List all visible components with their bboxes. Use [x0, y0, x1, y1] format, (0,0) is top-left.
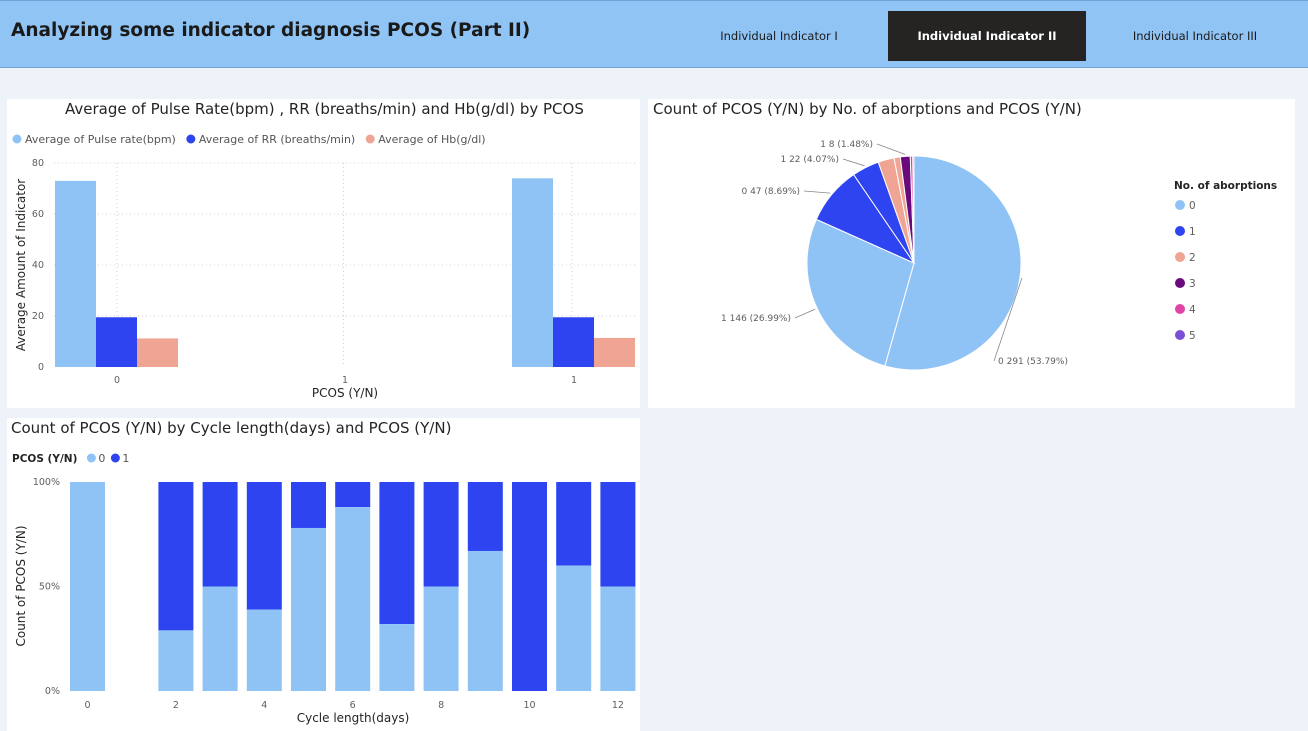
- stacked-legend-marker-1: [110, 453, 120, 463]
- stacked-bar-3-pcos-1: [202, 482, 238, 587]
- pie-leader-line-6: [876, 143, 906, 155]
- legend-label-1: Average of RR (breaths/min): [199, 133, 355, 146]
- legend-marker-2: [365, 134, 375, 144]
- nav-button-individual-indicator-1[interactable]: Individual Indicator I: [680, 11, 878, 61]
- pie-legend-marker-1: [1175, 226, 1185, 236]
- stacked-bar-6-pcos-0: [335, 507, 371, 691]
- pie-legend-marker-3: [1175, 278, 1185, 288]
- stacked-bar-7-pcos-1: [379, 482, 415, 625]
- stacked-bar-chart: PCOS (Y/N) 0 1 0% 50% 100% 0 2 4 6 8 10 12 Cycle leng…: [12, 452, 636, 725]
- pie-chart-card: Count of PCOS (Y/N) by No. of aborptions…: [648, 99, 1295, 408]
- x-tick-label-1: 1: [571, 375, 577, 386]
- stacked-bar-9-pcos-0: [467, 550, 503, 691]
- bar-1-series-1: [553, 317, 594, 367]
- stacked-bar-7-pcos-0: [379, 624, 415, 691]
- stacked-x-axis-title: Cycle length(days): [297, 711, 410, 725]
- bar-0-series-0: [55, 180, 96, 367]
- pie-legend-label-4: 4: [1189, 304, 1196, 316]
- stacked-bar-8-pcos-1: [423, 482, 459, 587]
- stacked-y-tick-label-1: 50%: [39, 582, 60, 593]
- stacked-bar-6-pcos-1: [335, 482, 371, 508]
- stacked-bar-12-pcos-1: [600, 482, 636, 587]
- stacked-legend-label-0: 0: [98, 452, 105, 465]
- x-axis-title: PCOS (Y/N): [312, 386, 378, 400]
- stacked-x-tick-label-0: 0: [84, 700, 90, 711]
- nav-button-individual-indicator-3[interactable]: Individual Indicator III: [1096, 11, 1294, 61]
- legend-marker-0: [12, 134, 22, 144]
- stacked-x-tick-label-2: 2: [173, 700, 179, 711]
- stacked-y-axis-title: Count of PCOS (Y/N): [14, 525, 28, 646]
- stacked-legend-title: PCOS (Y/N): [12, 453, 77, 465]
- stacked-bar-5-pcos-0: [291, 527, 326, 691]
- stacked-y-tick-label-2: 100%: [33, 477, 60, 488]
- stacked-bar-3-pcos-0: [202, 586, 238, 691]
- pie-data-label-6: 1 8 (1.48%): [820, 140, 873, 150]
- pie-data-label-2: 0 47 (8.69%): [741, 187, 800, 197]
- legend-label-0: Average of Pulse rate(bpm): [25, 133, 176, 146]
- bar-1-series-2: [594, 337, 635, 367]
- stacked-bar-0-pcos-0: [70, 482, 105, 691]
- pie-leader-line-1: [794, 308, 816, 319]
- stacked-chart-card: Count of PCOS (Y/N) by Cycle length(days…: [7, 418, 640, 731]
- pie-chart: 0 291 (53.79%) 1 146 (26.99%) 0 47 (8.69%)…: [721, 140, 1277, 371]
- bar-0-series-2: [137, 338, 178, 367]
- stacked-bar-2-pcos-0: [158, 630, 194, 691]
- stacked-bar-10-pcos-1: [512, 482, 547, 691]
- stacked-bar-4-pcos-0: [246, 609, 282, 691]
- x-tick-label-mid: 1: [342, 375, 348, 386]
- pie-legend-label-3: 3: [1189, 278, 1196, 290]
- y-tick-label-0: 0: [38, 362, 44, 373]
- legend-label-2: Average of Hb(g/dl): [378, 133, 485, 146]
- pie-legend-label-2: 2: [1189, 252, 1196, 264]
- stacked-bar-9-pcos-1: [467, 482, 503, 551]
- stacked-bar-4-pcos-1: [246, 482, 282, 610]
- stacked-bar-5-pcos-1: [291, 482, 326, 528]
- stacked-bar-11-pcos-1: [556, 482, 592, 566]
- pie-data-label-0: 0 291 (53.79%): [998, 357, 1068, 367]
- stacked-bar-11-pcos-0: [556, 565, 592, 691]
- stacked-x-tick-label-6: 6: [350, 700, 356, 711]
- y-tick-label-2: 40: [32, 260, 44, 271]
- stacked-bar-8-pcos-0: [423, 586, 459, 691]
- stacked-x-tick-label-12: 12: [612, 700, 624, 711]
- y-axis-title: Average Amount of Indicator: [14, 179, 28, 352]
- nav-button-individual-indicator-2[interactable]: Individual Indicator II: [888, 11, 1086, 61]
- pie-legend-marker-0: [1175, 200, 1185, 210]
- stacked-bar-12-pcos-0: [600, 586, 636, 691]
- stacked-x-tick-label-8: 8: [438, 700, 444, 711]
- page-title: Analyzing some indicator diagnosis PCOS …: [11, 20, 531, 41]
- stacked-x-tick-label-4: 4: [261, 700, 267, 711]
- legend-marker-1: [186, 134, 196, 144]
- pie-legend-label-5: 5: [1189, 330, 1196, 342]
- pie-legend-marker-4: [1175, 304, 1185, 314]
- y-tick-label-3: 60: [32, 209, 44, 220]
- pie-legend-marker-2: [1175, 252, 1185, 262]
- stacked-legend-marker-0: [86, 453, 96, 463]
- y-tick-label-4: 80: [32, 158, 44, 169]
- bar-chart-card: Average of Pulse Rate(bpm) , RR (breaths…: [7, 99, 640, 408]
- stacked-legend-label-1: 1: [122, 452, 129, 465]
- x-tick-label-0: 0: [114, 375, 120, 386]
- pie-legend-marker-5: [1175, 330, 1185, 340]
- pie-legend-label-0: 0: [1189, 200, 1196, 212]
- stacked-bar-2-pcos-1: [158, 482, 194, 631]
- header-bar: Analyzing some indicator diagnosis PCOS …: [0, 0, 1308, 68]
- pie-data-label-3: 1 22 (4.07%): [780, 155, 839, 165]
- pie-leader-line-2: [803, 190, 831, 194]
- pie-data-label-1: 1 146 (26.99%): [721, 314, 791, 324]
- bar-chart: Average of Pulse rate(bpm) Average of RR …: [12, 133, 635, 400]
- pie-leader-line-3: [842, 158, 865, 167]
- y-tick-label-1: 20: [32, 311, 44, 322]
- bar-0-series-1: [96, 317, 137, 367]
- pie-legend-label-1: 1: [1189, 226, 1196, 238]
- pie-legend-title: No. of aborptions: [1174, 180, 1277, 192]
- stacked-x-tick-label-10: 10: [523, 700, 535, 711]
- stacked-y-tick-label-0: 0%: [45, 686, 60, 697]
- bar-1-series-0: [512, 178, 553, 367]
